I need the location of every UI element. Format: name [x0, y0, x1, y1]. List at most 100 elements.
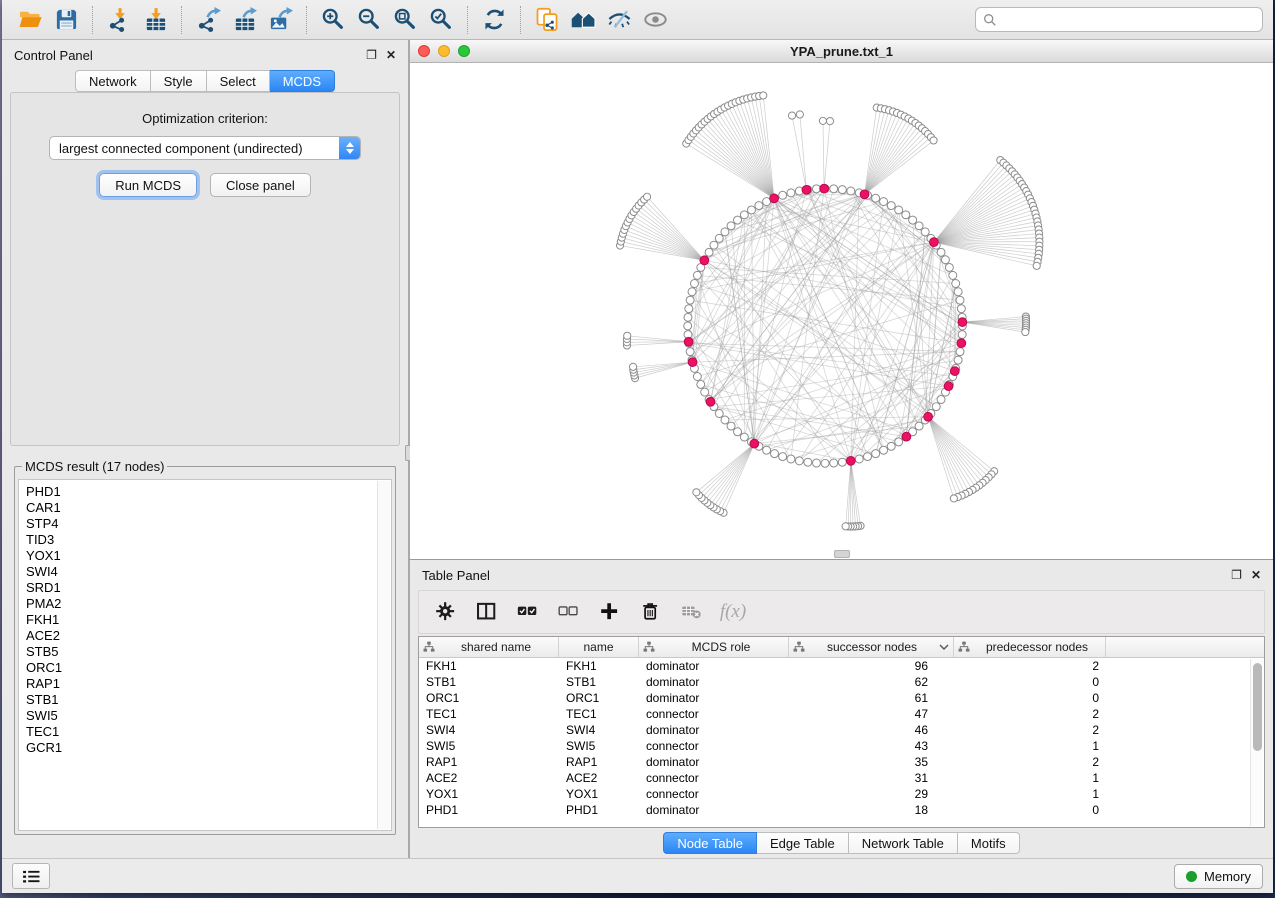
mcds-node[interactable]	[957, 339, 966, 348]
mcds-result-item[interactable]: CAR1	[26, 500, 375, 516]
mcds-node[interactable]	[902, 432, 911, 441]
column-header-successor-nodes[interactable]: successor nodes	[789, 637, 954, 657]
tab-motifs[interactable]: Motifs	[958, 832, 1020, 854]
table-scrollbar-thumb[interactable]	[1253, 663, 1262, 751]
table-row[interactable]: TEC1TEC1connector472	[419, 706, 1264, 722]
tab-edge-table[interactable]: Edge Table	[757, 832, 849, 854]
close-table-panel-icon[interactable]: ✕	[1251, 569, 1261, 581]
mcds-node[interactable]	[706, 397, 715, 406]
mcds-node[interactable]	[802, 185, 811, 194]
mcds-result-item[interactable]: PMA2	[26, 596, 375, 612]
optimization-criterion-select[interactable]: largest connected component (undirected)	[49, 136, 361, 160]
table-settings-button[interactable]	[433, 599, 459, 625]
table-row[interactable]: ACE2ACE2connector311	[419, 770, 1264, 786]
import-network-button[interactable]	[101, 4, 137, 36]
mcds-node[interactable]	[930, 238, 939, 247]
zoom-fit-button[interactable]	[387, 4, 423, 36]
export-network-button[interactable]	[190, 4, 226, 36]
mcds-result-item[interactable]: TID3	[26, 532, 375, 548]
float-panel-icon[interactable]: ❐	[366, 49, 377, 61]
tab-network[interactable]: Network	[75, 70, 151, 92]
close-panel-button[interactable]: Close panel	[210, 173, 311, 197]
mcds-result-item[interactable]: ORC1	[26, 660, 375, 676]
export-image-button[interactable]	[262, 4, 298, 36]
search-input[interactable]	[1002, 12, 1255, 27]
copy-network-button[interactable]	[529, 4, 565, 36]
mcds-result-item[interactable]: SWI5	[26, 708, 375, 724]
show-flagged-button[interactable]	[637, 4, 673, 36]
mcds-node[interactable]	[950, 367, 959, 376]
open-file-button[interactable]	[12, 4, 48, 36]
table-row[interactable]: SWI4SWI4dominator462	[419, 722, 1264, 738]
table-row[interactable]: YOX1YOX1connector291	[419, 786, 1264, 802]
network-canvas[interactable]	[410, 63, 1273, 559]
close-panel-icon[interactable]: ✕	[386, 49, 396, 61]
mcds-result-list[interactable]: PHD1CAR1STP4TID3YOX1SWI4SRD1PMA2FKH1ACE2…	[18, 479, 392, 831]
mcds-result-item[interactable]: FKH1	[26, 612, 375, 628]
close-window-icon[interactable]	[418, 45, 430, 57]
delete-columns-button[interactable]	[638, 599, 664, 625]
mcds-node[interactable]	[924, 412, 933, 421]
zoom-in-button[interactable]	[315, 4, 351, 36]
zoom-selected-button[interactable]	[423, 4, 459, 36]
memory-button[interactable]: Memory	[1174, 864, 1263, 889]
mcds-node[interactable]	[958, 318, 967, 327]
mcds-result-item[interactable]: PHD1	[26, 484, 375, 500]
select-all-button[interactable]	[515, 599, 541, 625]
search-box[interactable]	[975, 7, 1263, 32]
deselect-all-button[interactable]	[556, 599, 582, 625]
tab-select[interactable]: Select	[207, 70, 270, 92]
mcds-result-item[interactable]: STP4	[26, 516, 375, 532]
mcds-node[interactable]	[750, 439, 759, 448]
result-list-scrollbar[interactable]	[377, 481, 390, 829]
mcds-result-item[interactable]: STB5	[26, 644, 375, 660]
table-scrollbar[interactable]	[1250, 659, 1263, 826]
column-header-MCDS-role[interactable]: MCDS role	[639, 637, 789, 657]
maximize-window-icon[interactable]	[458, 45, 470, 57]
mcds-result-item[interactable]: ACE2	[26, 628, 375, 644]
tab-mcds[interactable]: MCDS	[270, 70, 335, 92]
mcds-node[interactable]	[846, 456, 855, 465]
export-table-button[interactable]	[226, 4, 262, 36]
function-builder-button[interactable]: f(x)	[720, 599, 746, 625]
mcds-result-item[interactable]: RAP1	[26, 676, 375, 692]
column-header-shared-name[interactable]: shared name	[419, 637, 559, 657]
zoom-out-button[interactable]	[351, 4, 387, 36]
create-column-button[interactable]	[597, 599, 623, 625]
mcds-result-item[interactable]: YOX1	[26, 548, 375, 564]
mcds-node[interactable]	[944, 382, 953, 391]
show-all-networks-button[interactable]	[565, 4, 601, 36]
mcds-node[interactable]	[770, 194, 779, 203]
table-row[interactable]: SWI5SWI5connector431	[419, 738, 1264, 754]
tab-node-table[interactable]: Node Table	[663, 832, 757, 854]
tab-style[interactable]: Style	[151, 70, 207, 92]
table-row[interactable]: ORC1ORC1dominator610	[419, 690, 1264, 706]
mcds-node[interactable]	[688, 358, 697, 367]
mcds-node[interactable]	[684, 337, 693, 346]
split-grab-handle[interactable]	[834, 550, 850, 558]
table-row[interactable]: FKH1FKH1dominator962	[419, 658, 1264, 674]
mcds-node[interactable]	[700, 256, 709, 265]
mcds-result-item[interactable]: SWI4	[26, 564, 375, 580]
mcds-result-item[interactable]: TEC1	[26, 724, 375, 740]
apply-preferred-layout-button[interactable]	[476, 4, 512, 36]
mcds-result-item[interactable]: SRD1	[26, 580, 375, 596]
run-mcds-button[interactable]: Run MCDS	[99, 173, 197, 197]
mcds-node[interactable]	[820, 184, 829, 193]
network-graph[interactable]	[410, 63, 1273, 559]
column-header-name[interactable]: name	[559, 637, 639, 657]
tab-network-table[interactable]: Network Table	[849, 832, 958, 854]
import-table-button[interactable]	[137, 4, 173, 36]
task-history-button[interactable]	[12, 863, 50, 889]
column-header-predecessor-nodes[interactable]: predecessor nodes	[954, 637, 1106, 657]
mcds-node[interactable]	[860, 190, 869, 199]
mcds-result-item[interactable]: STB1	[26, 692, 375, 708]
table-row[interactable]: RAP1RAP1dominator352	[419, 754, 1264, 770]
save-session-button[interactable]	[48, 4, 84, 36]
split-panel-button[interactable]	[474, 599, 500, 625]
delete-table-button[interactable]	[679, 599, 705, 625]
table-row[interactable]: STB1STB1dominator620	[419, 674, 1264, 690]
minimize-window-icon[interactable]	[438, 45, 450, 57]
float-table-panel-icon[interactable]: ❐	[1231, 569, 1242, 581]
hide-flagged-button[interactable]	[601, 4, 637, 36]
